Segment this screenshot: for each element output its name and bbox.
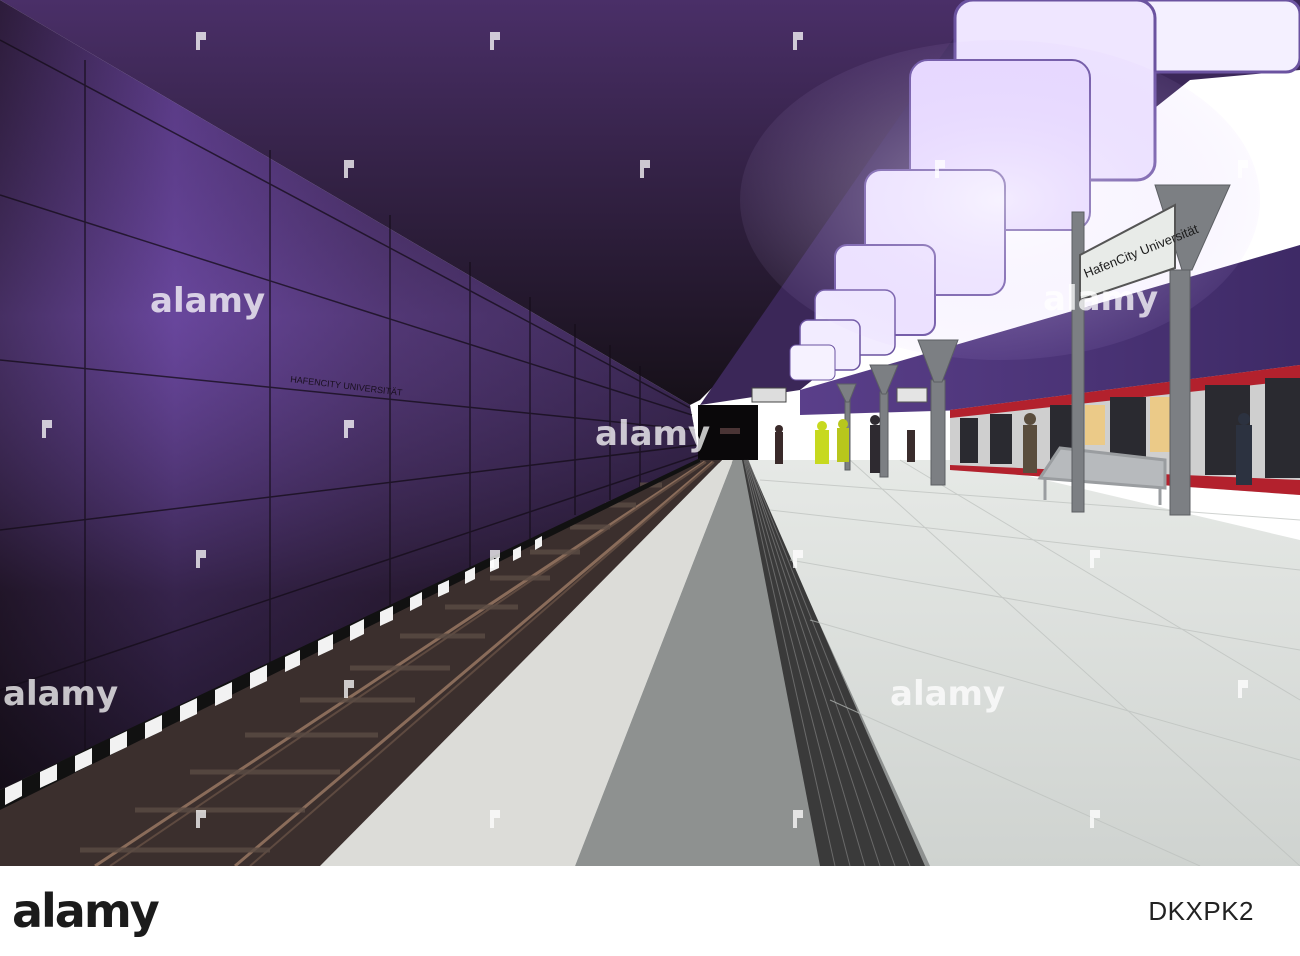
metro-station-photo: HAFENCITY UNIVERSITÄT HafenCity Universi… [0, 0, 1300, 866]
tunnel-light [720, 428, 740, 434]
distant-wheelchair-sign [896, 387, 928, 403]
watermark-text: alamy [1043, 279, 1158, 319]
distant-overhead-sign [751, 387, 787, 403]
watermark-text: alamy [3, 674, 118, 714]
watermark-text: alamy [150, 281, 265, 321]
footer-logo: alamy [12, 884, 160, 938]
watermark-text: alamy [890, 674, 1005, 714]
stock-id: DKXPK2 [1148, 896, 1254, 926]
footer-bar: alamy DKXPK2 [0, 866, 1300, 956]
watermark-text: alamy [595, 414, 710, 454]
